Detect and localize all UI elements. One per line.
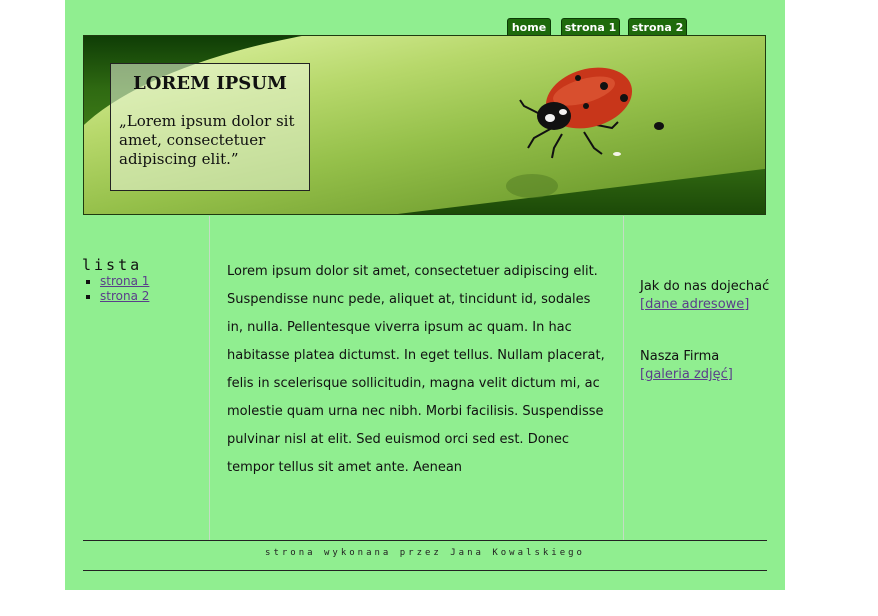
footer-divider-bottom [83,570,767,571]
sidebar-link-strona-2[interactable]: strona 2 [100,289,149,303]
main-content-text: Lorem ipsum dolor sit amet, consectetuer… [227,264,605,475]
nav-tab-strona-1[interactable]: strona 1 [561,18,620,36]
nav-tab-home[interactable]: home [507,18,551,36]
nav-tab-strona-2[interactable]: strona 2 [628,18,687,36]
company-text: Nasza Firma [640,349,720,364]
page-container: home strona 1 strona 2 LOREM IPSUM „Lore… [65,0,785,590]
directions-block: Jak do nas dojechać [dane adresowe] [640,278,770,314]
header-banner: LOREM IPSUM „Lorem ipsum dolor sit amet,… [83,35,766,215]
column-divider-right [623,216,624,540]
footer-credit: strona wykonana przez Jana Kowalskiego [265,548,585,558]
address-link[interactable]: [dane adresowe] [640,297,749,312]
company-block: Nasza Firma [galeria zdjęć] [640,348,770,384]
banner-textbox: LOREM IPSUM „Lorem ipsum dolor sit amet,… [110,63,310,191]
left-sidebar: lista strona 1 strona 2 [82,256,202,304]
sidebar-item-strona-2: strona 2 [100,289,202,304]
sidebar-title: lista [82,256,143,274]
banner-title: LOREM IPSUM [133,73,287,94]
gallery-link[interactable]: [galeria zdjęć] [640,367,733,382]
sidebar-item-strona-1: strona 1 [100,274,202,289]
column-divider-left [209,216,210,540]
right-sidebar: Jak do nas dojechać [dane adresowe] Nasz… [640,278,770,418]
directions-text: Jak do nas dojechać [640,279,770,294]
sidebar-list: strona 1 strona 2 [82,274,202,304]
sidebar-link-strona-1[interactable]: strona 1 [100,274,149,288]
banner-quote: „Lorem ipsum dolor sit amet, consectetue… [119,112,295,168]
footer-divider-top [83,540,767,541]
